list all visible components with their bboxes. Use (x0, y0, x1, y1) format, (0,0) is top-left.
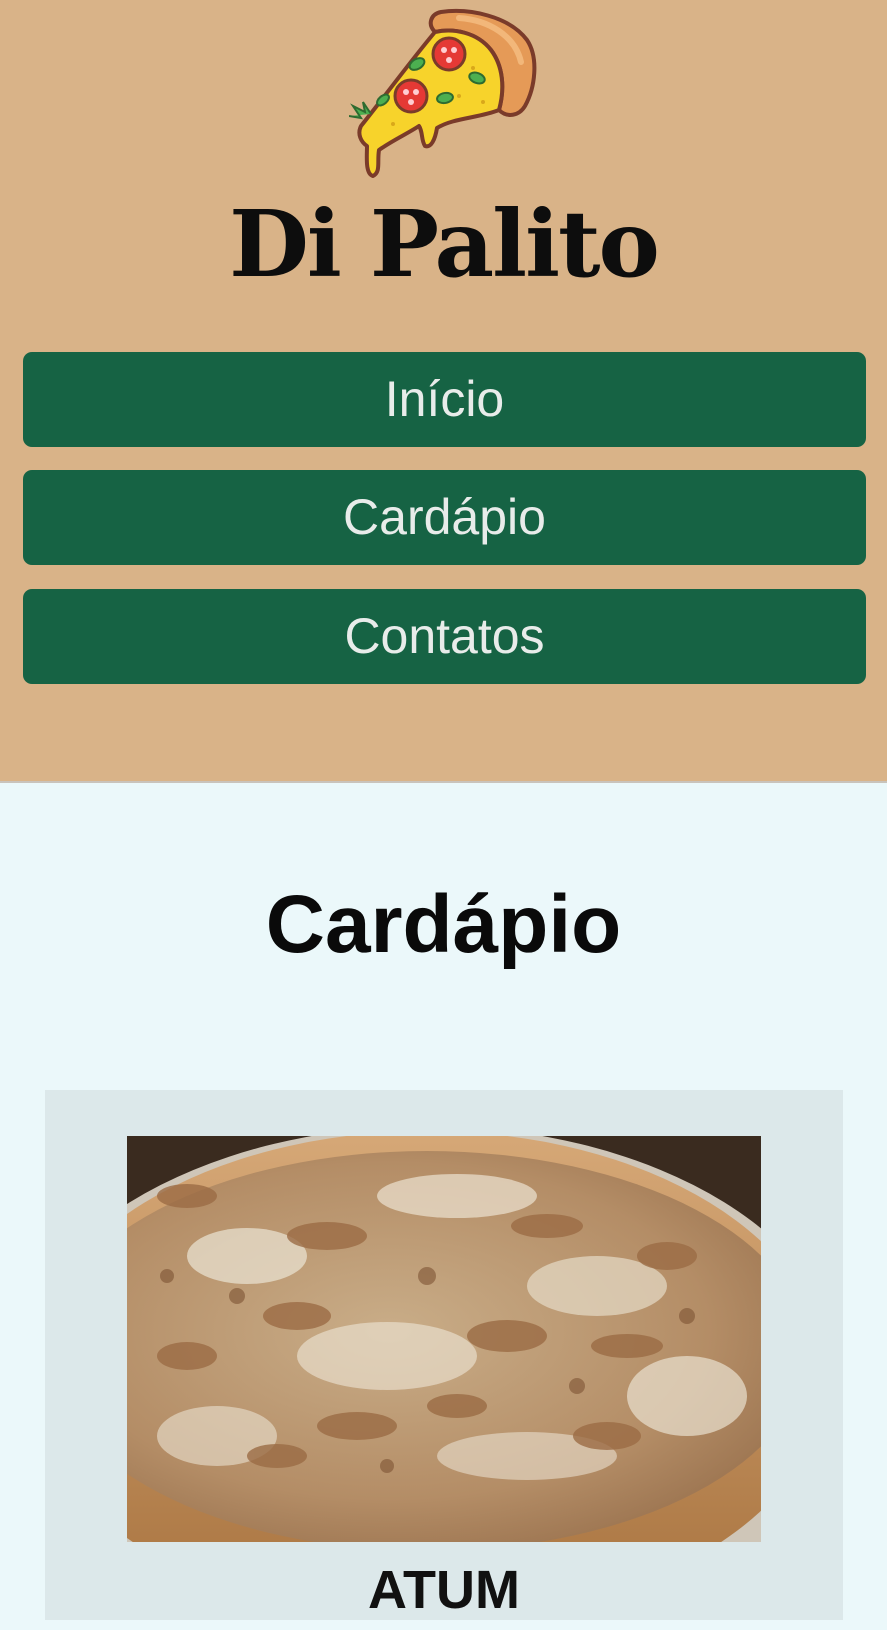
nav-button-inicio[interactable]: Início (23, 352, 866, 447)
tuna-pizza-photo (127, 1136, 761, 1542)
pizza-slice-icon (349, 9, 537, 178)
menu-item-name: ATUM (368, 1560, 520, 1620)
nav-button-contatos[interactable]: Contatos (23, 589, 866, 684)
site-header: Di Palito Início Cardápio Contatos (0, 0, 887, 783)
nav-button-cardapio[interactable]: Cardápio (23, 470, 866, 565)
brand-title: Di Palito (229, 190, 660, 298)
section-title: Cardápio (265, 879, 622, 970)
menu-item-card[interactable]: ATUM (45, 1090, 843, 1620)
